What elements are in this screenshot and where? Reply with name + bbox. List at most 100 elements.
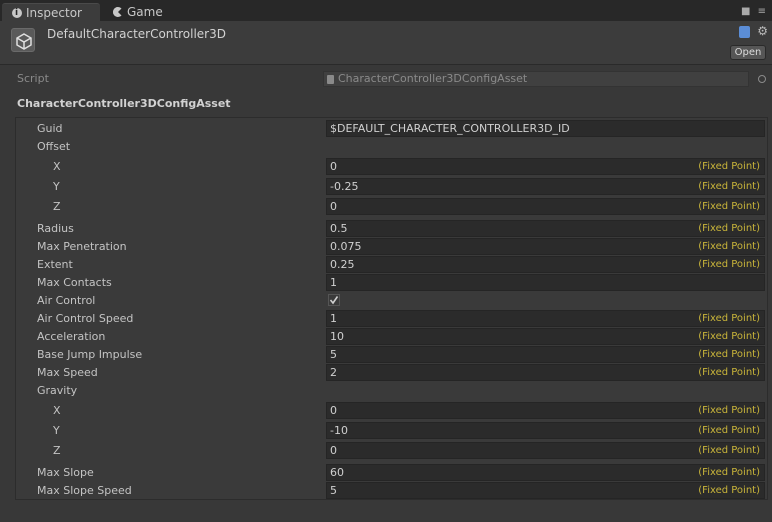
property-value: 0 xyxy=(330,200,337,213)
fixed-point-tag: (Fixed Point) xyxy=(698,425,760,436)
property-label: Air Control Speed xyxy=(37,312,134,325)
air-control-checkbox[interactable] xyxy=(328,294,340,306)
open-button[interactable]: Open xyxy=(730,45,766,60)
property-value-field[interactable]: 0.25 (Fixed Point) xyxy=(326,256,765,273)
property-box: Guid $DEFAULT_CHARACTER_CONTROLLER3D_ID Of… xyxy=(15,117,768,500)
fixed-point-tag: (Fixed Point) xyxy=(698,313,760,324)
tab-label: Inspector xyxy=(26,6,82,20)
property-value: 60 xyxy=(330,466,344,479)
inspector-header: DefaultCharacterController3D ⚙ Open xyxy=(0,21,772,65)
tab-label: Game xyxy=(127,5,163,19)
property-value-field[interactable]: 1 (Fixed Point) xyxy=(326,310,765,327)
property-row: Max Slope 60 (Fixed Point) xyxy=(16,463,769,481)
property-label: Max Slope Speed xyxy=(37,484,132,497)
script-value: CharacterController3DConfigAsset xyxy=(338,72,528,85)
menu-icon[interactable]: ≡ xyxy=(758,6,768,17)
property-value-field[interactable]: 10 (Fixed Point) xyxy=(326,328,765,345)
property-value: $DEFAULT_CHARACTER_CONTROLLER3D_ID xyxy=(330,122,570,135)
tab-inspector[interactable]: Inspector xyxy=(2,3,100,22)
property-row: Z 0 (Fixed Point) xyxy=(16,441,769,459)
fixed-point-tag: (Fixed Point) xyxy=(698,367,760,378)
pacman-icon xyxy=(113,7,123,17)
help-book-icon[interactable] xyxy=(739,26,750,38)
property-value: 5 xyxy=(330,484,337,497)
property-row: X 0 (Fixed Point) xyxy=(16,401,769,419)
info-icon xyxy=(12,4,22,22)
property-row: Extent 0.25 (Fixed Point) xyxy=(16,255,769,273)
property-value-field[interactable]: 0 (Fixed Point) xyxy=(326,402,765,419)
property-value: 0.25 xyxy=(330,258,355,271)
property-label: Offset xyxy=(37,140,71,153)
script-field[interactable]: CharacterController3DConfigAsset xyxy=(323,71,749,87)
property-value-field[interactable]: 0 (Fixed Point) xyxy=(326,158,765,175)
property-label: Radius xyxy=(37,222,74,235)
property-value-field[interactable]: 0 (Fixed Point) xyxy=(326,198,765,215)
property-row: Y -0.25 (Fixed Point) xyxy=(16,177,769,195)
footer xyxy=(0,510,772,522)
script-file-icon xyxy=(327,75,334,84)
property-row: Y -10 (Fixed Point) xyxy=(16,421,769,439)
property-label: Z xyxy=(53,444,61,457)
property-label: X xyxy=(53,404,61,417)
property-value-field[interactable]: 2 (Fixed Point) xyxy=(326,364,765,381)
fixed-point-tag: (Fixed Point) xyxy=(698,485,760,496)
script-row: Script CharacterController3DConfigAsset xyxy=(0,70,772,88)
fixed-point-tag: (Fixed Point) xyxy=(698,181,760,192)
property-label: Gravity xyxy=(37,384,78,397)
property-label: Y xyxy=(53,424,60,437)
property-value-field[interactable]: 0.075 (Fixed Point) xyxy=(326,238,765,255)
property-row: Max Penetration 0.075 (Fixed Point) xyxy=(16,237,769,255)
object-picker-icon[interactable] xyxy=(758,75,766,83)
property-value: 10 xyxy=(330,330,344,343)
script-label: Script xyxy=(17,72,49,85)
property-value: 0 xyxy=(330,404,337,417)
property-value: 1 xyxy=(330,276,337,289)
fixed-point-tag: (Fixed Point) xyxy=(698,161,760,172)
property-row: Max Slope Speed 5 (Fixed Point) xyxy=(16,481,769,499)
property-value-field[interactable]: 5 (Fixed Point) xyxy=(326,482,765,499)
property-label: Max Slope xyxy=(37,466,94,479)
fixed-point-tag: (Fixed Point) xyxy=(698,201,760,212)
property-label: Z xyxy=(53,200,61,213)
fixed-point-tag: (Fixed Point) xyxy=(698,223,760,234)
property-value-field[interactable]: 0 (Fixed Point) xyxy=(326,442,765,459)
lock-icon[interactable]: ■ xyxy=(741,6,752,17)
fixed-point-tag: (Fixed Point) xyxy=(698,259,760,270)
property-value-field[interactable]: 1 xyxy=(326,274,765,291)
fixed-point-tag: (Fixed Point) xyxy=(698,241,760,252)
property-value: 2 xyxy=(330,366,337,379)
property-label: Air Control xyxy=(37,294,96,307)
property-row: Gravity xyxy=(16,381,769,399)
property-label: Extent xyxy=(37,258,73,271)
gear-icon[interactable]: ⚙ xyxy=(757,24,768,38)
property-row: Radius 0.5 (Fixed Point) xyxy=(16,219,769,237)
property-value: 0.5 xyxy=(330,222,348,235)
property-label: Max Penetration xyxy=(37,240,127,253)
property-value: 0.075 xyxy=(330,240,362,253)
property-row: Air Control xyxy=(16,291,769,309)
property-value-field[interactable]: $DEFAULT_CHARACTER_CONTROLLER3D_ID xyxy=(326,120,765,137)
tab-game[interactable]: Game xyxy=(103,3,193,21)
tab-tools: ■ ≡ xyxy=(741,6,768,17)
property-value: -10 xyxy=(330,424,348,437)
asset-title: DefaultCharacterController3D xyxy=(47,27,226,41)
property-label: Base Jump Impulse xyxy=(37,348,143,361)
property-value-field[interactable]: 5 (Fixed Point) xyxy=(326,346,765,363)
property-label: Max Speed xyxy=(37,366,98,379)
tab-bar: Inspector Game ■ ≡ xyxy=(0,0,772,22)
property-row: Z 0 (Fixed Point) xyxy=(16,197,769,215)
property-row: Guid $DEFAULT_CHARACTER_CONTROLLER3D_ID xyxy=(16,119,769,137)
property-row: Max Contacts 1 xyxy=(16,273,769,291)
property-label: X xyxy=(53,160,61,173)
property-value-field[interactable]: -0.25 (Fixed Point) xyxy=(326,178,765,195)
section-title: CharacterController3DConfigAsset xyxy=(17,97,231,110)
fixed-point-tag: (Fixed Point) xyxy=(698,331,760,342)
property-value-field[interactable]: 0.5 (Fixed Point) xyxy=(326,220,765,237)
property-value-field[interactable]: -10 (Fixed Point) xyxy=(326,422,765,439)
property-row: Max Speed 2 (Fixed Point) xyxy=(16,363,769,381)
property-value-field[interactable]: 60 (Fixed Point) xyxy=(326,464,765,481)
fixed-point-tag: (Fixed Point) xyxy=(698,467,760,478)
property-value: 5 xyxy=(330,348,337,361)
property-row: Base Jump Impulse 5 (Fixed Point) xyxy=(16,345,769,363)
property-label: Y xyxy=(53,180,60,193)
